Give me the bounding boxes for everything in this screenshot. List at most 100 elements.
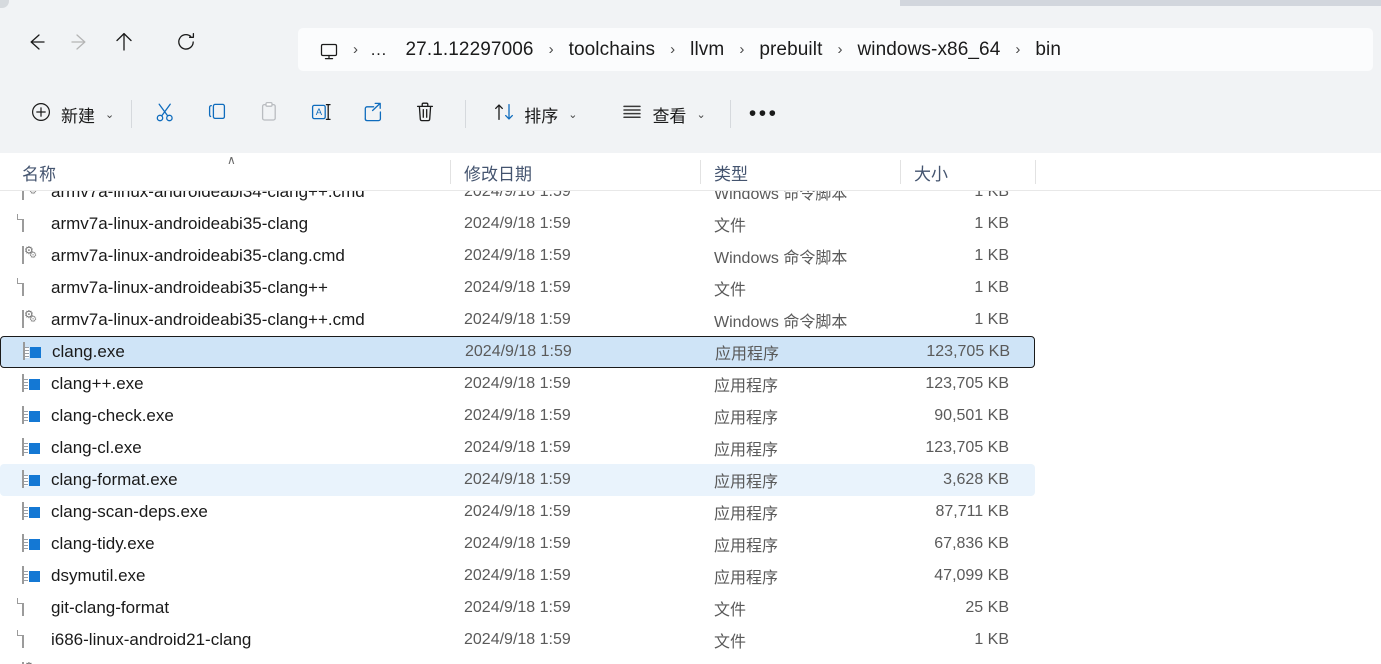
copy-icon [205,100,229,129]
file-name-label: clang++.exe [51,374,144,394]
breadcrumb-separator: › [832,41,847,58]
file-type-cell: 应用程序 [700,436,900,460]
tab-strip-filler [900,0,1381,6]
copy-button[interactable] [191,92,243,136]
scissors-icon [153,100,177,129]
file-date-cell: 2024/9/18 1:59 [450,375,700,393]
file-date-cell: 2024/9/18 1:59 [450,471,700,489]
file-rows-viewport[interactable]: armv7a-linux-androideabi34-clang++.cmd20… [0,191,1381,664]
file-size-cell: 1 KB [900,247,1035,265]
file-date-cell: 2024/9/18 1:59 [450,503,700,521]
table-row[interactable]: armv7a-linux-androideabi35-clang.cmd2024… [0,240,1035,272]
application-icon [23,342,41,362]
monitor-icon[interactable] [312,38,348,62]
toolbar-divider [131,100,132,128]
refresh-button[interactable] [168,24,204,60]
svg-text:A: A [316,107,323,118]
table-row[interactable]: clang++.exe2024/9/18 1:59应用程序123,705 KB [0,368,1035,400]
file-type-cell: 文件 [700,596,900,620]
active-tab-edge[interactable] [0,0,9,8]
cut-button[interactable] [139,92,191,136]
file-name-cell: clang-scan-deps.exe [0,502,450,522]
column-header-size[interactable]: 大小 [900,153,1035,191]
file-name-cell: clang-tidy.exe [0,534,450,554]
table-row[interactable]: clang-check.exe2024/9/18 1:59应用程序90,501 … [0,400,1035,432]
file-name-cell: armv7a-linux-androideabi35-clang++ [0,278,450,298]
table-row[interactable]: git-clang-format2024/9/18 1:59文件25 KB [0,592,1035,624]
file-name-label: clang-format.exe [51,470,178,490]
application-icon [22,502,40,522]
breadcrumb-item-4[interactable]: windows-x86_64 [847,36,1010,64]
file-name-cell: git-clang-format [0,598,450,618]
refresh-icon [175,31,197,53]
sort-button[interactable]: 排序 ⌄ [483,92,587,136]
application-icon [22,534,40,554]
column-header-size-label: 大小 [914,160,948,185]
file-name-cell: i686-linux-android21-clang [0,630,450,650]
file-size-cell: 3,628 KB [900,471,1035,489]
file-type-cell: 应用程序 [700,564,900,588]
arrow-left-icon [25,31,47,53]
table-row[interactable]: i686-linux-android21-clang2024/9/18 1:59… [0,624,1035,656]
application-icon [22,438,40,458]
file-date-cell: 2024/9/18 1:59 [450,439,700,457]
file-date-cell: 2024/9/18 1:59 [450,535,700,553]
breadcrumb-item-1[interactable]: toolchains [559,36,666,64]
application-icon [22,566,40,586]
breadcrumb-item-3[interactable]: prebuilt [749,36,832,64]
breadcrumb-item-2[interactable]: llvm [680,36,734,64]
file-type-cell: Windows 命令脚本 [700,191,900,204]
file-date-cell: 2024/9/18 1:59 [450,599,700,617]
breadcrumb-separator: › [544,41,559,58]
chevron-down-icon: ⌄ [105,108,114,121]
file-name-cell: dsymutil.exe [0,566,450,586]
file-name-label: armv7a-linux-androideabi35-clang++.cmd [51,310,365,330]
column-header-date[interactable]: 修改日期 [450,153,700,191]
arrow-up-icon [113,31,135,53]
table-row[interactable]: clang-tidy.exe2024/9/18 1:59应用程序67,836 K… [0,528,1035,560]
paste-button[interactable] [243,92,295,136]
more-options-button[interactable]: ••• [738,92,790,136]
table-row[interactable]: dsymutil.exe2024/9/18 1:59应用程序47,099 KB [0,560,1035,592]
file-name-cell: armv7a-linux-androideabi35-clang [0,214,450,234]
application-icon [22,406,40,426]
column-header-name[interactable]: 名称 [8,153,450,191]
breadcrumb-item-0[interactable]: 27.1.12297006 [396,36,544,64]
breadcrumb-overflow[interactable]: … [363,37,396,63]
breadcrumb-item-5[interactable]: bin [1025,36,1071,64]
table-row[interactable]: clang-cl.exe2024/9/18 1:59应用程序123,705 KB [0,432,1035,464]
column-divider[interactable] [1035,160,1036,184]
view-button[interactable]: 查看 ⌄ [611,92,715,136]
table-row[interactable]: armv7a-linux-androideabi35-clang++.cmd20… [0,304,1035,336]
delete-button[interactable] [399,92,451,136]
up-button[interactable] [106,24,142,60]
table-row[interactable]: armv7a-linux-androideabi35-clang2024/9/1… [0,208,1035,240]
file-size-cell: 1 KB [900,279,1035,297]
share-button[interactable] [347,92,399,136]
back-button[interactable] [18,24,54,60]
file-name-cell: clang++.exe [0,374,450,394]
file-size-cell: 1 KB [900,311,1035,329]
table-row[interactable]: armv7a-linux-androideabi35-clang++2024/9… [0,272,1035,304]
file-name-cell: clang-check.exe [0,406,450,426]
address-bar[interactable]: › … 27.1.12297006 › toolchains › llvm › … [298,28,1373,71]
file-name-label: armv7a-linux-androideabi35-clang.cmd [51,246,345,266]
table-row[interactable]: clang.exe2024/9/18 1:59应用程序123,705 KB [0,336,1035,368]
new-button[interactable]: 新建 ⌄ [20,92,124,136]
file-type-cell: 应用程序 [700,468,900,492]
file-size-cell: 1 KB [900,215,1035,233]
view-list-icon [621,101,643,128]
cmd-script-icon [22,246,40,266]
column-header-type[interactable]: 类型 [700,153,900,191]
forward-button[interactable] [62,24,98,60]
file-size-cell: 1 KB [900,191,1035,201]
table-row[interactable]: i686-linux-android21-clang.cmd2024/9/18 … [0,656,1035,664]
file-name-label: i686-linux-android21-clang [51,630,251,650]
file-size-cell: 1 KB [900,631,1035,649]
rename-button[interactable]: A [295,92,347,136]
file-date-cell: 2024/9/18 1:59 [451,343,701,361]
column-header-date-label: 修改日期 [464,160,532,185]
table-row[interactable]: armv7a-linux-androideabi34-clang++.cmd20… [0,191,1035,208]
table-row[interactable]: clang-scan-deps.exe2024/9/18 1:59应用程序87,… [0,496,1035,528]
table-row[interactable]: clang-format.exe 2024/9/18 1:59应用程序3,628 … [0,464,1035,496]
